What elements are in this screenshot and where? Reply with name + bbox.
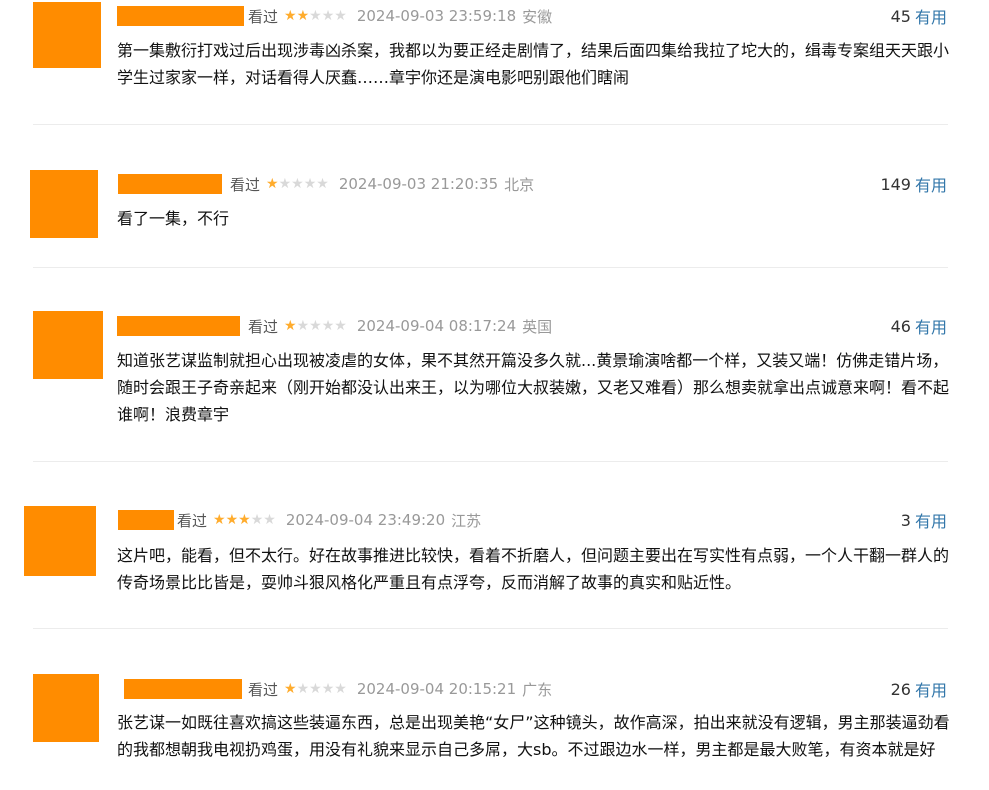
- star-filled-icon: ★: [266, 176, 279, 192]
- comment-content: 看了一集，不行: [117, 209, 230, 228]
- comment-content: 张艺谋一如既往喜欢搞这些装逼东西，总是出现美艳“女尸”这种镜头，故作高深，拍出来…: [117, 713, 950, 759]
- star-empty-icon: ★: [296, 681, 310, 697]
- star-empty-icon: ★: [334, 681, 347, 697]
- star-empty-icon: ★: [334, 318, 347, 334]
- comment-time: 2024-09-04 23:49:20: [285, 511, 446, 529]
- useful-button[interactable]: 有用: [915, 314, 947, 338]
- vote-block: 45 有用: [890, 4, 947, 28]
- vote-block: 46 有用: [890, 314, 947, 338]
- rating-stars: ★ ★ ★ ★ ★: [284, 9, 347, 23]
- star-empty-icon: ★: [321, 8, 335, 24]
- watched-label: 看过: [230, 175, 261, 194]
- divider: [33, 628, 948, 629]
- rating-stars: ★ ★ ★ ★ ★: [284, 682, 347, 696]
- avatar[interactable]: [33, 311, 103, 379]
- star-empty-icon: ★: [296, 318, 310, 334]
- star-filled-icon: ★: [284, 318, 297, 334]
- comment-time: 2024-09-03 21:20:35: [338, 175, 499, 193]
- comment-meta: 看过 ★ ★ ★ ★ ★ 2024-09-03 23:59:18 安徽: [248, 6, 552, 26]
- username-redacted[interactable]: [117, 316, 240, 336]
- star-empty-icon: ★: [303, 176, 317, 192]
- star-filled-icon: ★: [284, 681, 297, 697]
- vote-count: 26: [890, 679, 911, 699]
- divider: [33, 461, 948, 462]
- username-redacted[interactable]: [117, 6, 244, 26]
- rating-stars: ★ ★ ★ ★ ★: [266, 177, 329, 191]
- star-empty-icon: ★: [309, 8, 322, 24]
- star-empty-icon: ★: [250, 512, 264, 528]
- comment-content: 这片吧，能看，但不太行。好在故事推进比较快，看着不折磨人，但问题主要出在写实性有…: [117, 546, 950, 592]
- comment-location: 江苏: [451, 511, 482, 530]
- vote-count: 149: [880, 174, 911, 194]
- avatar[interactable]: [33, 2, 101, 68]
- star-filled-icon: ★: [284, 8, 297, 24]
- rating-stars: ★ ★ ★ ★ ★: [284, 319, 347, 333]
- comment-content: 知道张艺谋监制就担心出现被凌虐的女体，果不其然开篇没多久就...黄景瑜演啥都一个…: [117, 351, 950, 424]
- avatar[interactable]: [30, 170, 98, 238]
- star-filled-icon: ★: [238, 512, 251, 528]
- useful-button[interactable]: 有用: [915, 677, 947, 701]
- star-empty-icon: ★: [263, 512, 276, 528]
- star-empty-icon: ★: [321, 318, 335, 334]
- comment-time: 2024-09-04 20:15:21: [356, 680, 517, 698]
- avatar[interactable]: [33, 674, 99, 742]
- vote-count: 45: [890, 6, 911, 26]
- useful-button[interactable]: 有用: [915, 4, 947, 28]
- comment-meta: 看过 ★ ★ ★ ★ ★ 2024-09-04 20:15:21 广东: [248, 679, 552, 699]
- comment-content: 第一集敷衍打戏过后出现涉毒凶杀案，我都以为要正经走剧情了，结果后面四集给我拉了坨…: [117, 41, 950, 87]
- comment-location: 安徽: [522, 7, 553, 26]
- username-redacted[interactable]: [124, 679, 242, 699]
- comment-location: 英国: [522, 317, 553, 336]
- comment-time: 2024-09-03 23:59:18: [356, 7, 517, 25]
- comment-meta: 看过 ★ ★ ★ ★ ★ 2024-09-04 23:49:20 江苏: [177, 510, 481, 530]
- star-empty-icon: ★: [316, 176, 329, 192]
- vote-block: 26 有用: [890, 677, 947, 701]
- star-empty-icon: ★: [278, 176, 292, 192]
- comment-meta: 看过 ★ ★ ★ ★ ★ 2024-09-03 21:20:35 北京: [230, 174, 534, 194]
- comment-time: 2024-09-04 08:17:24: [356, 317, 517, 335]
- star-empty-icon: ★: [321, 681, 335, 697]
- divider: [33, 267, 948, 268]
- comment-meta: 看过 ★ ★ ★ ★ ★ 2024-09-04 08:17:24 英国: [248, 316, 552, 336]
- rating-stars: ★ ★ ★ ★ ★: [213, 513, 276, 527]
- star-filled-icon: ★: [225, 512, 239, 528]
- vote-count: 3: [900, 510, 911, 530]
- star-empty-icon: ★: [291, 176, 304, 192]
- star-filled-icon: ★: [296, 8, 310, 24]
- useful-button[interactable]: 有用: [915, 508, 947, 532]
- star-empty-icon: ★: [309, 318, 322, 334]
- star-empty-icon: ★: [334, 8, 347, 24]
- vote-block: 3 有用: [900, 508, 947, 532]
- watched-label: 看过: [248, 7, 279, 26]
- star-empty-icon: ★: [309, 681, 322, 697]
- watched-label: 看过: [177, 511, 208, 530]
- avatar[interactable]: [24, 506, 96, 576]
- username-redacted[interactable]: [118, 510, 174, 530]
- useful-button[interactable]: 有用: [915, 172, 947, 196]
- comment-location: 广东: [522, 680, 553, 699]
- vote-block: 149 有用: [880, 172, 947, 196]
- username-redacted[interactable]: [118, 174, 222, 194]
- divider: [33, 124, 948, 125]
- watched-label: 看过: [248, 317, 279, 336]
- vote-count: 46: [890, 316, 911, 336]
- watched-label: 看过: [248, 680, 279, 699]
- star-filled-icon: ★: [213, 512, 226, 528]
- comment-location: 北京: [504, 175, 535, 194]
